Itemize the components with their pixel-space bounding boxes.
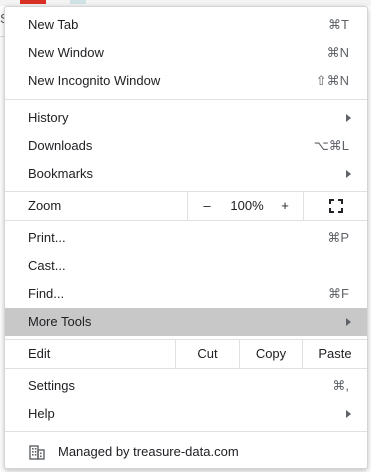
chrome-main-menu: New Tab ⌘T New Window ⌘N New Incognito W… [4,6,368,469]
menu-item-downloads[interactable]: Downloads ⌥⌘L [5,132,367,160]
menu-separator [5,431,367,432]
menu-item-bookmarks[interactable]: Bookmarks [5,160,367,188]
menu-item-label: Print... [28,230,66,245]
menu-item-label: New Incognito Window [28,73,161,88]
shortcut-text: ⌘P [327,230,349,245]
zoom-divider [303,192,304,220]
menu-item-label: New Window [28,45,104,60]
submenu-arrow-icon [346,318,351,326]
zoom-level: 100% [230,198,264,213]
paste-button[interactable]: Paste [303,340,367,368]
menu-separator [5,368,367,369]
shortcut-text: ⌘, [332,378,349,393]
menu-item-label: Downloads [28,138,93,153]
menu-item-label: Help [28,406,55,421]
menu-item-help[interactable]: Help [5,400,367,428]
shortcut-text: ⇧⌘N [315,73,349,88]
menu-item-new-tab[interactable]: New Tab ⌘T [5,11,367,39]
zoom-out-button[interactable]: – [195,192,219,220]
screen: S New Tab ⌘T New Window ⌘N New Incognito… [0,0,371,472]
menu-item-label: New Tab [28,17,79,32]
menu-item-label: Bookmarks [28,166,94,181]
managed-by-label: Managed by treasure-data.com [58,444,239,459]
menu-item-new-window[interactable]: New Window ⌘N [5,39,367,67]
menu-item-cast[interactable]: Cast... [5,252,367,280]
menu-item-print[interactable]: Print... ⌘P [5,224,367,252]
submenu-arrow-icon [346,114,351,122]
menu-item-history[interactable]: History [5,104,367,132]
edit-label: Edit [28,346,51,361]
shortcut-text: ⌥⌘L [313,138,349,153]
menu-item-label: Cast... [28,258,66,273]
menu-item-more-tools[interactable]: More Tools [5,308,367,336]
menu-item-new-incognito-window[interactable]: New Incognito Window ⇧⌘N [5,67,367,95]
menu-item-label: Find... [28,286,65,301]
shortcut-text: ⌘F [328,286,349,301]
zoom-in-button[interactable]: + [273,192,297,220]
submenu-arrow-icon [346,410,351,418]
backdrop-red-tab [20,0,46,4]
shortcut-text: ⌘N [326,45,349,60]
fullscreen-icon[interactable] [329,199,343,213]
menu-item-label: Settings [28,378,75,393]
zoom-label: Zoom [28,198,62,213]
copy-button[interactable]: Copy [240,340,302,368]
shortcut-text: ⌘T [328,17,349,32]
zoom-divider [187,192,188,220]
menu-item-label: More Tools [28,314,92,329]
menu-separator [5,220,367,221]
menu-separator [5,99,367,100]
menu-item-settings[interactable]: Settings ⌘, [5,372,367,400]
submenu-arrow-icon [346,170,351,178]
managed-by-link[interactable]: Managed by treasure-data.com [5,438,367,466]
zoom-row: Zoom [5,192,367,220]
backdrop-chip [70,0,86,4]
menu-item-find[interactable]: Find... ⌘F [5,280,367,308]
menu-item-label: History [28,110,69,125]
cut-button[interactable]: Cut [176,340,239,368]
